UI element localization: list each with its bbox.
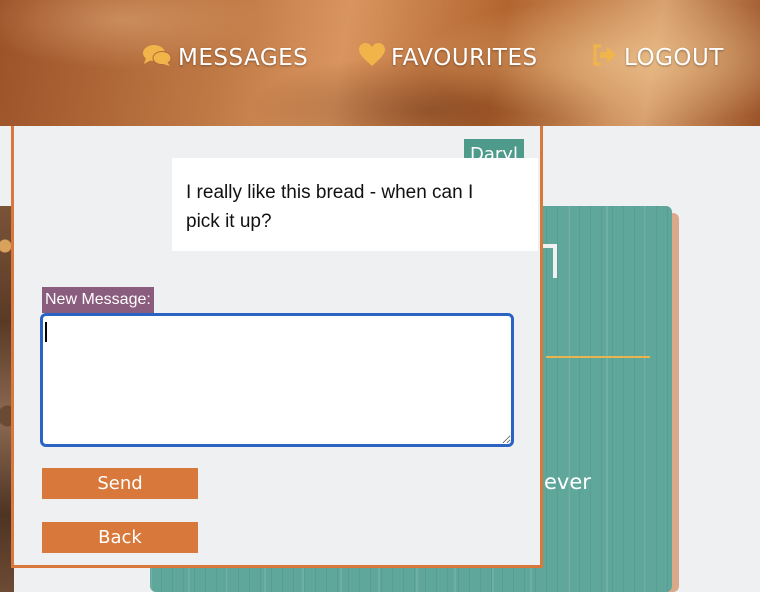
nav-favourites-link[interactable]: FAVOURITES xyxy=(359,42,538,74)
send-button[interactable]: Send xyxy=(42,468,198,499)
nav-logout-link[interactable]: LOGOUT xyxy=(592,42,724,74)
logout-icon xyxy=(592,43,624,73)
nav-favourites-label: FAVOURITES xyxy=(391,45,538,71)
new-message-input[interactable] xyxy=(40,313,514,447)
text-caret xyxy=(45,322,47,342)
background-card-title-fragment xyxy=(543,244,557,278)
nav-messages-label: MESSAGES xyxy=(178,45,309,71)
message-bubble: I really like this bread - when can I pi… xyxy=(172,158,538,251)
background-card-divider xyxy=(546,356,650,358)
background-card-text: ever xyxy=(544,470,591,494)
new-message-label: New Message: xyxy=(42,287,154,313)
back-button[interactable]: Back xyxy=(42,522,198,553)
site-header: MESSAGES FAVOURITES LOGOUT xyxy=(0,0,760,126)
heart-icon xyxy=(359,43,391,73)
nav-logout-label: LOGOUT xyxy=(624,45,724,71)
nav-messages-link[interactable]: MESSAGES xyxy=(142,42,308,74)
chat-bubbles-icon xyxy=(142,43,178,73)
